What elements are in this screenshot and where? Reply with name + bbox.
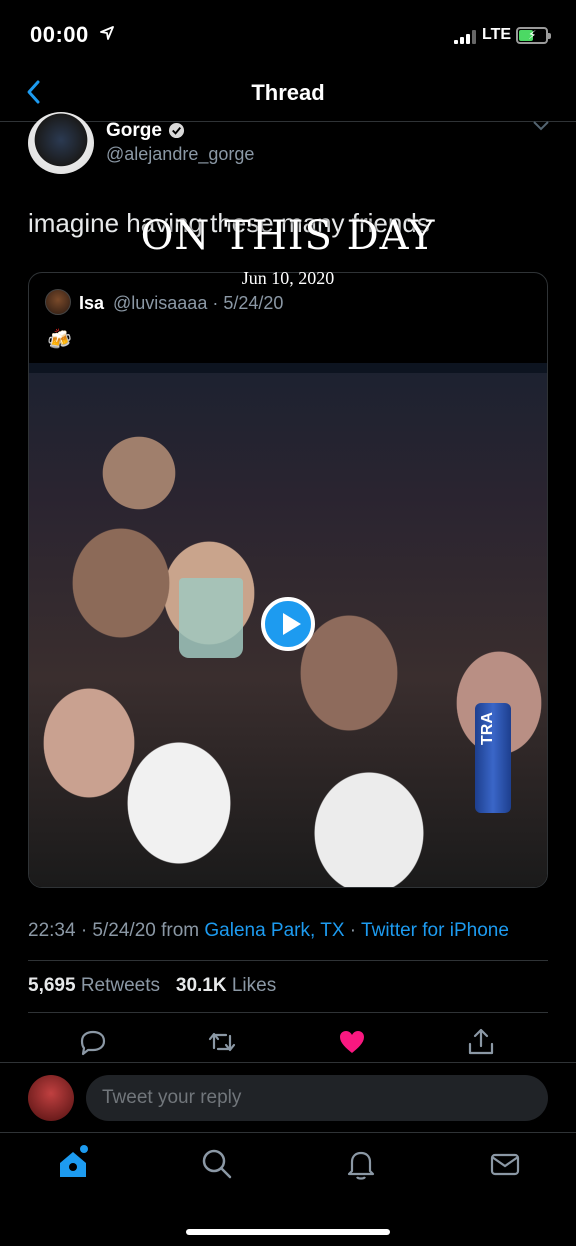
quote-author-name: Isa	[79, 293, 105, 313]
share-icon[interactable]	[465, 1026, 497, 1058]
retweet-icon[interactable]	[206, 1026, 238, 1058]
page-title: Thread	[251, 80, 325, 105]
status-bar: 00:00 LTE ⚡	[0, 0, 576, 70]
location-arrow-icon	[100, 26, 114, 40]
nav-bar: Thread	[0, 70, 576, 122]
notification-dot	[80, 1145, 88, 1153]
like-heart-icon[interactable]	[336, 1026, 368, 1058]
user-avatar[interactable]	[28, 1075, 74, 1121]
can-label: TRA	[479, 712, 496, 745]
location-link[interactable]: Galena Park, TX	[204, 920, 344, 941]
quote-handle-date: @luvisaaaa · 5/24/20	[113, 293, 284, 313]
tab-bar	[0, 1132, 576, 1246]
overlay-title: ON THIS DAY	[140, 213, 436, 259]
reply-bar	[0, 1062, 576, 1132]
chevron-down-icon[interactable]	[532, 120, 550, 132]
retweets-stat[interactable]: 5,695 Retweets	[28, 975, 160, 996]
quote-avatar	[45, 289, 71, 315]
likes-label: Likes	[226, 975, 277, 996]
tweet-meta: 22:34 · 5/24/20 from Galena Park, TX · T…	[28, 920, 509, 942]
divider	[28, 960, 548, 961]
verified-badge-icon	[168, 122, 185, 139]
likes-count: 30.1K	[175, 975, 227, 996]
signal-icon	[454, 30, 476, 44]
divider	[28, 1012, 548, 1013]
meta-separator: ·	[344, 920, 362, 941]
play-button[interactable]	[261, 597, 315, 651]
reply-icon[interactable]	[77, 1026, 109, 1058]
retweets-count: 5,695	[28, 975, 76, 996]
messages-icon[interactable]	[488, 1147, 522, 1181]
author-handle[interactable]: @alejandre_gorge	[106, 144, 254, 165]
retweets-label: Retweets	[75, 975, 161, 996]
quote-text: 🍻	[47, 329, 72, 351]
author-name[interactable]: Gorge	[106, 120, 162, 142]
cup-shape	[179, 578, 243, 658]
quoted-tweet[interactable]: Isa @luvisaaaa · 5/24/20 🍻 TRA	[28, 272, 548, 888]
author-avatar[interactable]	[28, 112, 94, 174]
home-indicator	[186, 1229, 390, 1235]
overlay-date: Jun 10, 2020	[241, 268, 335, 288]
tweet-timestamp: 22:34 · 5/24/20 from	[28, 920, 205, 941]
likes-stat[interactable]: 30.1K Likes	[176, 975, 276, 996]
notifications-icon[interactable]	[344, 1147, 378, 1181]
tweet-stats: 5,695 Retweets 30.1K Likes	[28, 975, 276, 997]
can-shape: TRA	[475, 703, 511, 813]
reply-input[interactable]	[86, 1075, 548, 1121]
status-time: 00:00	[30, 22, 89, 47]
quote-media-video[interactable]: TRA	[29, 363, 547, 887]
search-icon[interactable]	[200, 1147, 234, 1181]
client-link[interactable]: Twitter for iPhone	[361, 920, 509, 941]
battery-icon: ⚡	[516, 27, 551, 44]
network-type: LTE	[482, 26, 512, 43]
media-banner	[29, 363, 547, 373]
